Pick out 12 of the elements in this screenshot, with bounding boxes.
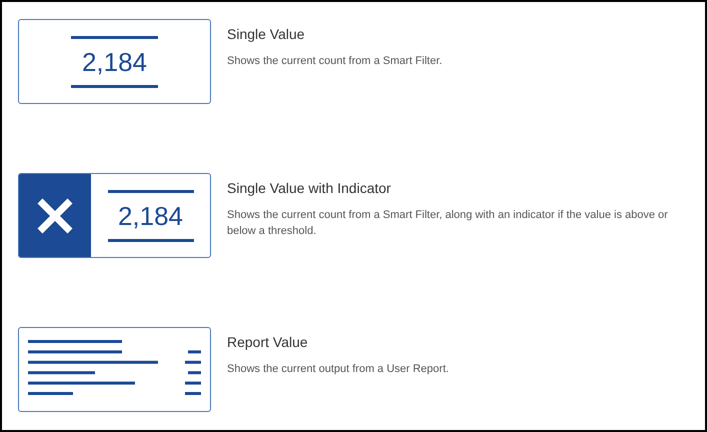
close-icon xyxy=(36,196,74,234)
widget-title: Single Value xyxy=(227,25,306,43)
widget-description: Shows the current count from a Smart Filter, along with an indicator if the value is above or below a threshold. xyxy=(227,208,669,239)
widget-title: Single Value with Indicator xyxy=(227,179,392,197)
count-value: 2,184 xyxy=(118,200,184,232)
widget-title: Report Value xyxy=(227,333,309,351)
widget-description: Shows the current count from a Smart Filter. xyxy=(227,54,444,69)
count-value: 2,184 xyxy=(82,46,148,78)
widget-description: Shows the current output from a User Report. xyxy=(227,362,450,377)
widget-preview[interactable]: 2,184 xyxy=(18,19,211,104)
widget-preview[interactable] xyxy=(18,327,211,412)
widget-preview[interactable]: 2,184 xyxy=(18,173,211,258)
